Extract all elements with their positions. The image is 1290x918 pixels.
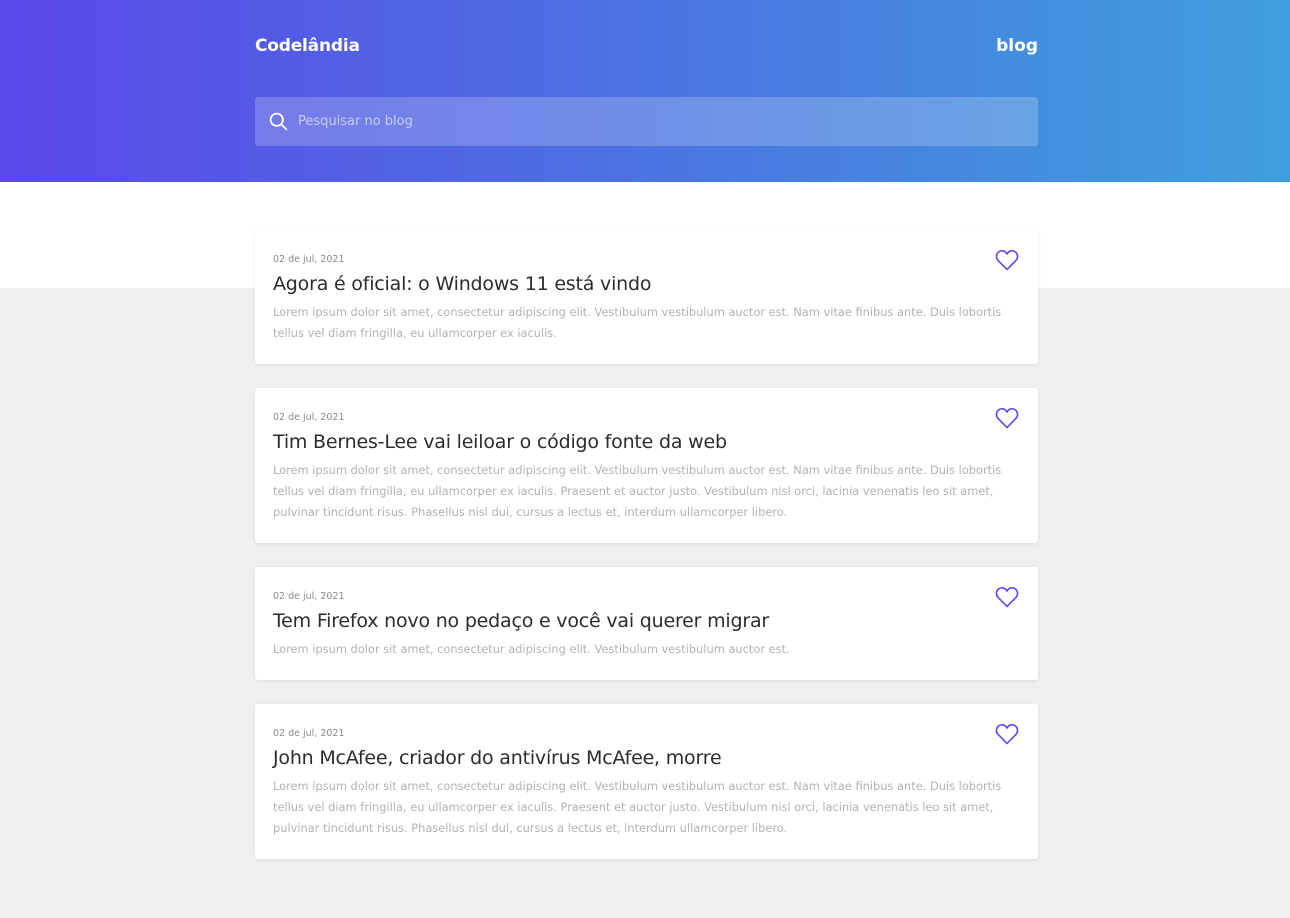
favorite-button[interactable] xyxy=(995,407,1019,429)
favorite-button[interactable] xyxy=(995,586,1019,608)
post-card[interactable]: 02 de jul, 2021 Tem Firefox novo no peda… xyxy=(255,567,1038,680)
heart-icon xyxy=(995,723,1019,745)
post-card[interactable]: 02 de jul, 2021 John McAfee, criador do … xyxy=(255,704,1038,859)
post-excerpt: Lorem ipsum dolor sit amet, consectetur … xyxy=(273,463,1002,519)
post-date: 02 de jul, 2021 xyxy=(273,412,345,423)
post-title[interactable]: John McAfee, criador do antivírus McAfee… xyxy=(273,746,1020,770)
post-list: 02 de jul, 2021 Agora é oficial: o Windo… xyxy=(255,230,1038,883)
top-bar: Codelândia blog xyxy=(255,0,1038,97)
search-input[interactable] xyxy=(298,97,1018,146)
favorite-button[interactable] xyxy=(995,249,1019,271)
post-date: 02 de jul, 2021 xyxy=(273,591,345,602)
post-title[interactable]: Tim Bernes-Lee vai leiloar o código font… xyxy=(273,430,1020,454)
post-date: 02 de jul, 2021 xyxy=(273,728,345,739)
post-title[interactable]: Tem Firefox novo no pedaço e você vai qu… xyxy=(273,609,1020,633)
search-icon xyxy=(269,112,288,131)
heart-icon xyxy=(995,249,1019,271)
main-container: Codelândia blog 02 de jul, 2021 Agora é … xyxy=(255,0,1038,859)
post-excerpt: Lorem ipsum dolor sit amet, consectetur … xyxy=(273,642,790,656)
post-excerpt: Lorem ipsum dolor sit amet, consectetur … xyxy=(273,305,1002,340)
post-title[interactable]: Agora é oficial: o Windows 11 está vindo xyxy=(273,272,1020,296)
heart-icon xyxy=(995,407,1019,429)
nav-blog-link[interactable]: blog xyxy=(996,36,1038,56)
post-card[interactable]: 02 de jul, 2021 Agora é oficial: o Windo… xyxy=(255,230,1038,364)
heart-icon xyxy=(995,586,1019,608)
search-bar[interactable] xyxy=(255,97,1038,146)
post-date: 02 de jul, 2021 xyxy=(273,254,345,265)
post-excerpt: Lorem ipsum dolor sit amet, consectetur … xyxy=(273,779,1002,835)
favorite-button[interactable] xyxy=(995,723,1019,745)
brand-logo[interactable]: Codelândia xyxy=(255,36,360,56)
post-card[interactable]: 02 de jul, 2021 Tim Bernes-Lee vai leilo… xyxy=(255,388,1038,543)
